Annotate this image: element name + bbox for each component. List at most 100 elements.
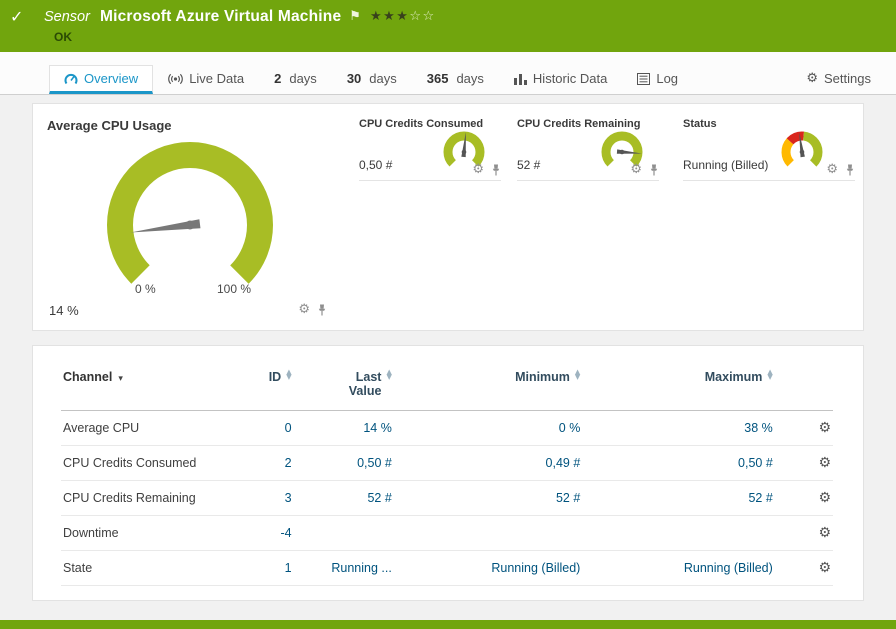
gauge-title: Status	[683, 114, 855, 130]
cpu-credits-consumed-gauge: CPU Credits Consumed 0,50 # ⚙	[359, 114, 501, 181]
table-row-average-cpu[interactable]: Average CPU 0 14 % 0 % 38 % ⚙	[61, 411, 833, 446]
sensor-status-badge: OK	[54, 30, 884, 44]
sort-caret-icon: ▾	[118, 374, 123, 384]
channel-name: Average CPU	[61, 411, 229, 446]
channel-minimum: Running (Billed)	[394, 551, 582, 586]
tab-live-data[interactable]: Live Data	[153, 65, 259, 94]
channel-minimum: 52 #	[394, 481, 582, 516]
pin-icon[interactable]	[317, 304, 327, 316]
gauge-controls: ⚙	[298, 303, 327, 316]
average-cpu-dial	[80, 133, 300, 301]
tab-log[interactable]: Log	[622, 65, 693, 94]
historic-data-chart-icon	[514, 73, 527, 85]
column-label: Minimum	[515, 370, 570, 384]
tab-overview[interactable]: Overview	[49, 65, 153, 94]
sort-icon[interactable]: ▲▼	[575, 370, 580, 380]
pin-icon[interactable]	[845, 164, 855, 176]
channel-id: 1	[229, 551, 293, 586]
channel-maximum: 38 %	[582, 411, 774, 446]
gauge-settings-icon[interactable]: ⚙	[298, 303, 310, 316]
sort-icon[interactable]: ▲▼	[286, 370, 291, 380]
gauge-value: Running (Billed)	[683, 158, 768, 172]
stars-filled[interactable]: ★★★	[370, 9, 409, 24]
channels-table: Channel▾ ID▲▼ Last Value▲▼ Minimum▲▼ Max	[61, 370, 833, 586]
column-label: Channel	[63, 370, 112, 384]
column-header-last-value[interactable]: Last Value ▲▼	[294, 370, 394, 411]
tab-2-days[interactable]: 2 days	[259, 65, 332, 94]
gauge-controls: ⚙	[826, 163, 855, 176]
channel-name: CPU Credits Consumed	[61, 446, 229, 481]
channel-settings-icon[interactable]: ⚙	[818, 490, 831, 506]
channel-name: Downtime	[61, 516, 229, 551]
channel-last-value: 0,50 #	[294, 446, 394, 481]
tab-number: 30	[347, 71, 361, 86]
channels-table-panel: Channel▾ ID▲▼ Last Value▲▼ Minimum▲▼ Max	[32, 345, 864, 601]
channel-settings-icon[interactable]: ⚙	[818, 455, 831, 471]
sort-icon[interactable]: ▲▼	[767, 370, 772, 380]
overview-gauge-icon	[64, 73, 78, 85]
channel-name: CPU Credits Remaining	[61, 481, 229, 516]
gauge-settings-icon[interactable]: ⚙	[472, 163, 484, 176]
column-header-maximum[interactable]: Maximum ▲▼	[582, 370, 774, 411]
table-row-cpu-credits-remaining[interactable]: CPU Credits Remaining 3 52 # 52 # 52 # ⚙	[61, 481, 833, 516]
table-row-cpu-credits-consumed[interactable]: CPU Credits Consumed 2 0,50 # 0,49 # 0,5…	[61, 446, 833, 481]
tab-number: 2	[274, 71, 281, 86]
tab-label: Live Data	[189, 71, 244, 86]
gauge-settings-icon[interactable]: ⚙	[826, 163, 838, 176]
channel-settings-icon[interactable]: ⚙	[818, 560, 831, 576]
channel-minimum	[394, 516, 582, 551]
content-area: Average CPU Usage 0 % 100 % 14 % ⚙	[0, 95, 896, 620]
table-row-downtime[interactable]: Downtime -4 ⚙	[61, 516, 833, 551]
channel-last-value: Running ...	[294, 551, 394, 586]
tab-30-days[interactable]: 30 days	[332, 65, 412, 94]
channel-maximum: Running (Billed)	[582, 551, 774, 586]
prtg-sensor-page: ✓ Sensor Microsoft Azure Virtual Machine…	[0, 0, 896, 629]
status-gauge: Status Running (Billed) ⚙	[683, 114, 855, 181]
status-check-icon: ✓	[10, 7, 32, 26]
channel-id: 0	[229, 411, 293, 446]
channel-settings-icon[interactable]: ⚙	[818, 420, 831, 436]
tab-label: days	[289, 71, 316, 86]
tab-label: days	[369, 71, 396, 86]
column-label: Last Value	[341, 370, 381, 398]
pin-icon[interactable]	[649, 164, 659, 176]
stars-empty[interactable]: ☆☆	[409, 9, 435, 24]
status-dial	[775, 127, 829, 175]
gauge-controls: ⚙	[630, 163, 659, 176]
scale-max-label: 100 %	[217, 282, 251, 296]
flag-icon[interactable]: ⚑	[349, 9, 361, 24]
tab-settings[interactable]: ⚙ Settings	[791, 65, 886, 94]
channel-maximum: 52 #	[582, 481, 774, 516]
sensor-header: ✓ Sensor Microsoft Azure Virtual Machine…	[0, 0, 896, 52]
channel-settings-icon[interactable]: ⚙	[818, 525, 831, 541]
gauge-value: 0,50 #	[359, 158, 392, 172]
log-list-icon	[637, 73, 650, 85]
scale-min-label: 0 %	[135, 282, 156, 296]
tab-label: Overview	[84, 71, 138, 86]
channel-id: -4	[229, 516, 293, 551]
column-header-minimum[interactable]: Minimum ▲▼	[394, 370, 582, 411]
column-header-actions	[775, 370, 833, 411]
average-cpu-gauge: Average CPU Usage 0 % 100 % 14 % ⚙	[47, 114, 333, 320]
pin-icon[interactable]	[491, 164, 501, 176]
tab-historic-data[interactable]: Historic Data	[499, 65, 622, 94]
gauges-panel: Average CPU Usage 0 % 100 % 14 % ⚙	[32, 103, 864, 331]
gauge-title: Average CPU Usage	[47, 114, 333, 133]
tab-label: Settings	[824, 71, 871, 86]
tab-number: 365	[427, 71, 449, 86]
column-label: Maximum	[705, 370, 763, 384]
channel-last-value: 52 #	[294, 481, 394, 516]
tab-365-days[interactable]: 365 days	[412, 65, 499, 94]
channel-last-value: 14 %	[294, 411, 394, 446]
tab-bar: Overview Live Data 2 days 30 days 365 da…	[0, 52, 896, 95]
gauge-value: 52 #	[517, 158, 540, 172]
table-header-row: Channel▾ ID▲▼ Last Value▲▼ Minimum▲▼ Max	[61, 370, 833, 411]
sort-icon[interactable]: ▲▼	[386, 370, 391, 380]
table-row-state[interactable]: State 1 Running ... Running (Billed) Run…	[61, 551, 833, 586]
column-header-id[interactable]: ID▲▼	[229, 370, 293, 411]
gauge-controls: ⚙	[472, 163, 501, 176]
tab-label: Log	[656, 71, 678, 86]
gauge-settings-icon[interactable]: ⚙	[630, 163, 642, 176]
priority-stars[interactable]: ★★★☆☆	[370, 9, 436, 24]
column-header-channel[interactable]: Channel ▾	[61, 370, 229, 411]
